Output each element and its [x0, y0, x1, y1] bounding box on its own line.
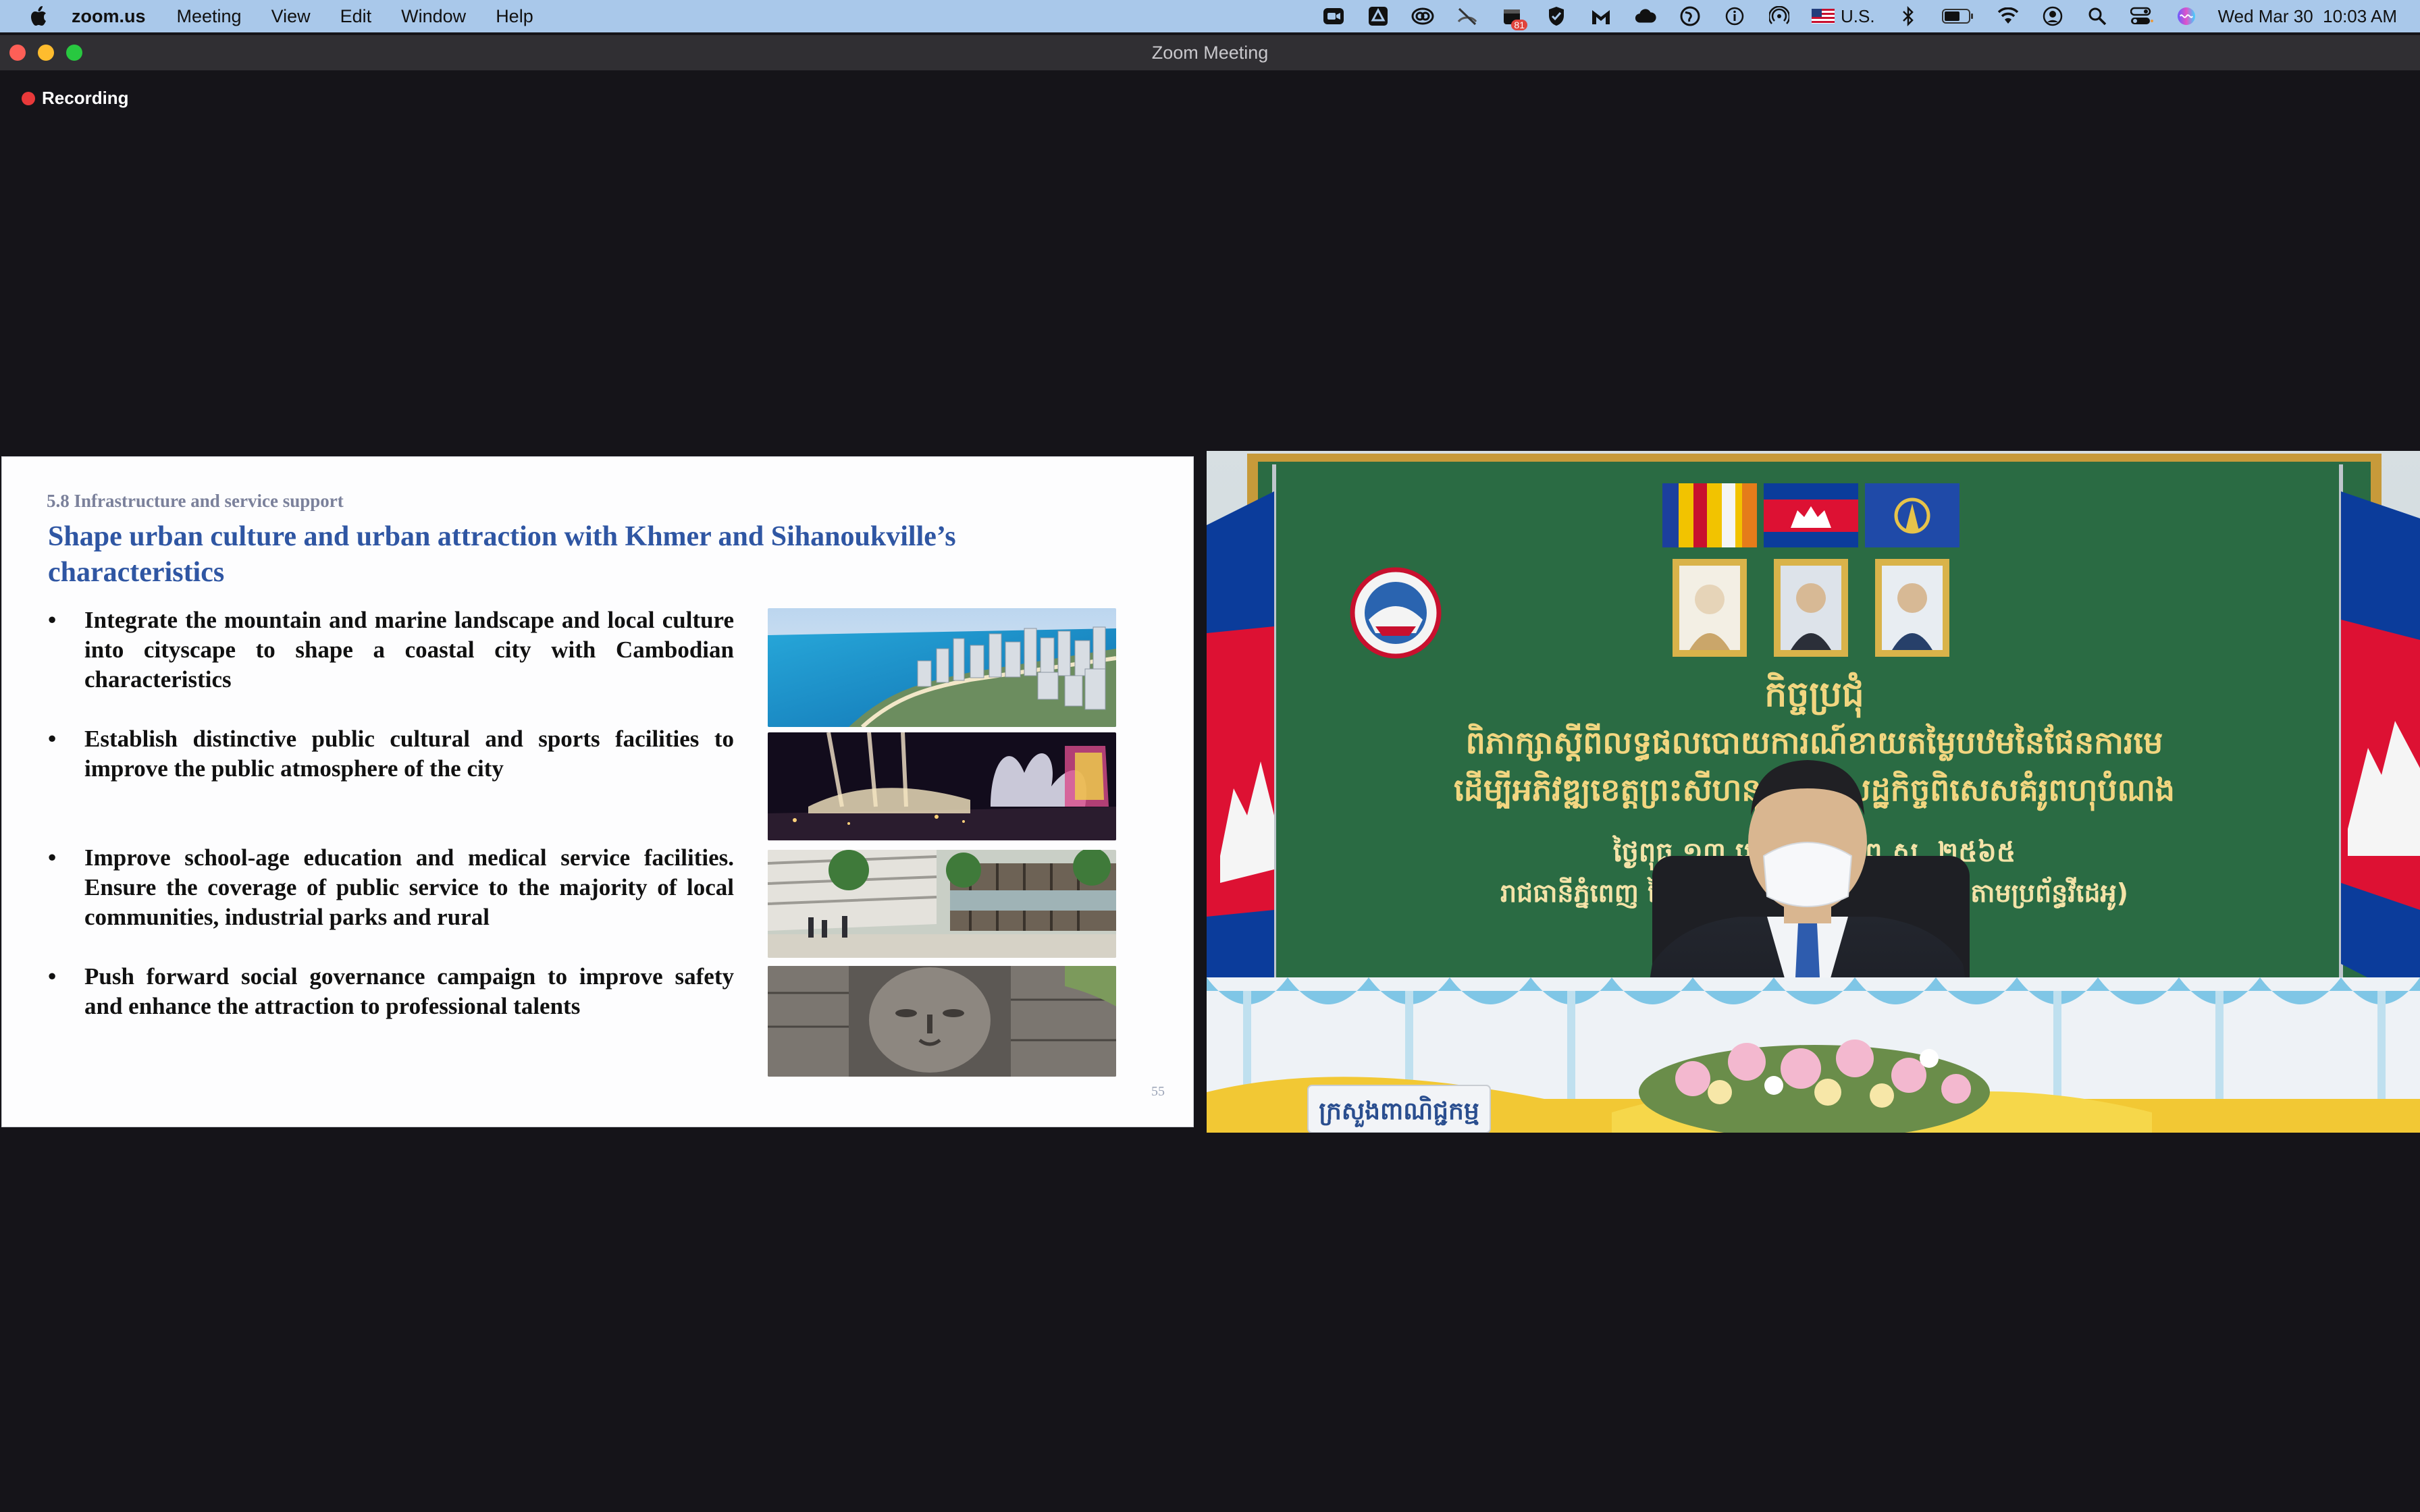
slide-title: Shape urban culture and urban attraction…: [48, 521, 956, 588]
window-title-bar: Zoom Meeting: [0, 35, 2420, 71]
slide-bullet: • Integrate the mountain and marine land…: [45, 605, 734, 695]
battery-icon[interactable]: [1941, 5, 1975, 28]
spotlight-search-icon[interactable]: [2086, 5, 2109, 28]
info-circle-icon[interactable]: [1723, 5, 1746, 28]
creative-cloud-icon[interactable]: [1411, 5, 1434, 28]
recording-dot-icon: [22, 91, 35, 105]
coastal-city-photo: [768, 608, 1116, 727]
slide-bullet-text: Integrate the mountain and marine landsc…: [84, 607, 734, 693]
slide-bullet: • Establish distinctive public cultural …: [45, 724, 734, 784]
airdrop-icon[interactable]: [1768, 5, 1791, 28]
apple-menu-icon[interactable]: [26, 3, 53, 30]
menu-item-meeting[interactable]: Meeting: [177, 6, 242, 27]
bullet-dot-icon: •: [48, 607, 57, 633]
close-window-button[interactable]: [9, 45, 26, 61]
malwarebytes-icon[interactable]: [1589, 5, 1612, 28]
slide-bullet: • Improve school-age education and medic…: [45, 843, 734, 932]
menu-item-help[interactable]: Help: [496, 6, 533, 27]
bullet-dot-icon: •: [48, 844, 57, 871]
slide-section-subtitle: 5.8 Infrastructure and service support: [47, 491, 344, 511]
input-source-label[interactable]: U.S.: [1841, 6, 1875, 27]
cloud-icon[interactable]: [1634, 5, 1657, 28]
wifi-icon[interactable]: [1997, 5, 2020, 28]
notification-badge: 81: [1511, 20, 1527, 30]
globe-icon[interactable]: [1679, 5, 1702, 28]
slide-bullet: • Push forward social governance campaig…: [45, 962, 734, 1021]
ministry-emblem-icon: [1350, 567, 1442, 659]
minimize-window-button[interactable]: [38, 45, 54, 61]
shield-check-icon[interactable]: [1545, 5, 1568, 28]
zoom-video-icon[interactable]: [1322, 5, 1345, 28]
desk-name-sign: ក្រសួងពាណិជ្ជកម្ម: [1307, 1085, 1491, 1133]
menu-bar-clock[interactable]: Wed Mar 30 10:03 AM: [2218, 6, 2397, 27]
menu-item-window[interactable]: Window: [401, 6, 466, 27]
bullet-dot-icon: •: [48, 963, 57, 990]
calendar-icon[interactable]: 81: [1500, 5, 1527, 30]
drive-icon[interactable]: [1367, 5, 1390, 28]
svg-text:ក្រសួងពាណិជ្ជកម្ម: ក្រសួងពាណិជ្ជកម្ម: [1319, 1096, 1479, 1127]
participant-video-tile[interactable]: កិច្ចប្រជុំ ពិភាក្សាស្តីពីលទ្ធផលបោយការណ៍…: [1207, 451, 2420, 1133]
recording-label: Recording: [42, 88, 129, 108]
siri-icon[interactable]: [2175, 5, 2198, 28]
user-account-icon[interactable]: [2041, 5, 2064, 28]
bluetooth-icon[interactable]: [1897, 5, 1920, 28]
menu-item-view[interactable]: View: [271, 6, 311, 27]
banner-portraits: [1673, 559, 1949, 657]
bullet-dot-icon: •: [48, 726, 57, 752]
us-flag-icon[interactable]: [1811, 5, 1835, 28]
control-center-icon[interactable]: [2130, 5, 2153, 28]
slide-bullet-text: Establish distinctive public cultural an…: [84, 726, 734, 782]
campus-facility-photo: [768, 850, 1116, 958]
window-title: Zoom Meeting: [1151, 42, 1269, 63]
slide-page-number: 55: [1151, 1084, 1165, 1099]
temple-stone-face-photo: [768, 966, 1116, 1077]
banner-flags: [1662, 483, 1959, 547]
night-cultural-facility-photo: [768, 732, 1116, 840]
fullscreen-window-button[interactable]: [66, 45, 82, 61]
status-tray: 81 U.S. Wed Mar 30 10:03 AM: [1300, 0, 2397, 32]
network-off-icon[interactable]: [1456, 5, 1479, 28]
svg-text:ពិភាក្សាស្តីពីលទ្ធផលបោយការណ៍ខា: ពិភាក្សាស្តីពីលទ្ធផលបោយការណ៍ខាយតម្លៃបឋមន…: [1466, 723, 2163, 761]
slide-bullet-text: Improve school-age education and medical…: [84, 844, 734, 930]
svg-text:កិច្ចប្រជុំ: កិច្ចប្រជុំ: [1764, 672, 1864, 718]
recording-indicator[interactable]: Recording: [22, 88, 129, 109]
menu-bar: zoom.us Meeting View Edit Window Help 81: [0, 0, 2420, 32]
slide-bullet-text: Push forward social governance campaign …: [84, 963, 734, 1019]
shared-screen-slide: 5.8 Infrastructure and service support S…: [1, 456, 1194, 1127]
menu-app-name[interactable]: zoom.us: [72, 6, 146, 27]
window-controls: [9, 45, 82, 61]
menu-item-edit[interactable]: Edit: [340, 6, 372, 27]
